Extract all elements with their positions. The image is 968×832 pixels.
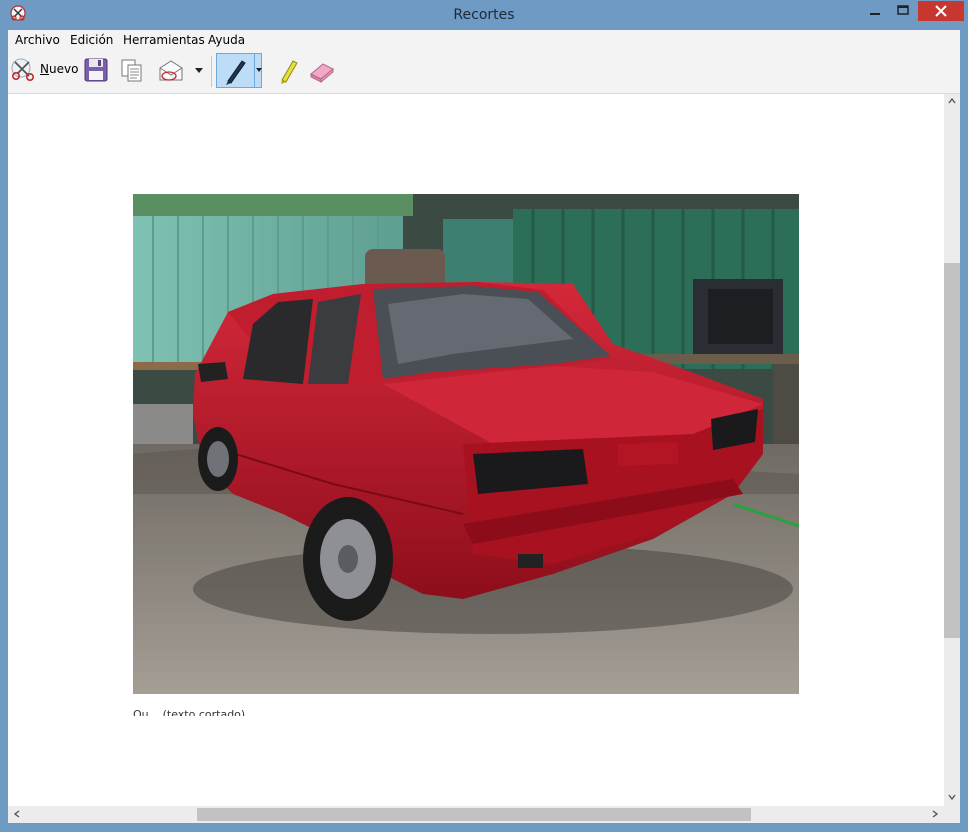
snipping-tool-window: Recortes Archivo Edición Herramientas Ay… — [0, 0, 968, 832]
close-button[interactable] — [918, 1, 964, 21]
copy-icon — [121, 59, 142, 82]
minimize-button[interactable] — [862, 1, 888, 21]
new-snip-label: Nuevo — [40, 62, 79, 76]
menu-archivo[interactable]: Archivo — [15, 30, 60, 50]
email-icon — [159, 60, 183, 81]
scroll-left-arrow-icon[interactable] — [12, 809, 22, 822]
send-snip-button[interactable] — [156, 56, 186, 84]
menu-ayuda[interactable]: Ayuda — [208, 30, 245, 50]
chevron-down-icon — [195, 68, 203, 73]
save-button[interactable] — [82, 56, 110, 84]
highlighter-button[interactable] — [276, 56, 302, 84]
toolbar-separator — [211, 56, 212, 87]
scrollbar-corner — [944, 806, 960, 823]
maximize-button[interactable] — [890, 1, 916, 21]
send-dropdown-button[interactable] — [192, 62, 206, 78]
menu-edicion[interactable]: Edición — [70, 30, 113, 50]
menu-bar: Archivo Edición Herramientas Ayuda — [8, 30, 960, 50]
snipped-photo-red-car — [133, 194, 799, 694]
scroll-right-arrow-icon[interactable] — [930, 809, 940, 822]
floppy-disk-icon — [84, 58, 108, 82]
vertical-scrollbar[interactable] — [944, 94, 960, 806]
scroll-down-arrow-icon[interactable] — [947, 792, 957, 805]
pen-tool-button[interactable] — [216, 53, 262, 88]
menu-herramientas[interactable]: Herramientas — [123, 30, 205, 50]
scroll-up-arrow-icon[interactable] — [947, 96, 957, 109]
eraser-button[interactable] — [308, 56, 336, 84]
horizontal-scroll-thumb[interactable] — [197, 808, 751, 821]
chevron-down-icon[interactable] — [255, 62, 263, 78]
copy-button[interactable] — [118, 56, 146, 84]
highlighter-icon — [281, 60, 298, 84]
horizontal-scrollbar[interactable] — [8, 806, 944, 823]
title-bar: Recortes — [0, 0, 968, 30]
window-title: Recortes — [453, 7, 515, 23]
snip-canvas[interactable]: Qu... (texto cortado) — [8, 94, 944, 806]
new-snip-button[interactable]: Nuevo — [10, 56, 80, 86]
scissors-icon — [11, 58, 34, 81]
eraser-icon — [310, 63, 334, 84]
vertical-scroll-thumb[interactable] — [944, 263, 960, 638]
partial-caption-text: Qu... (texto cortado) — [133, 708, 246, 716]
toolbar: Nuevo — [8, 50, 960, 94]
pen-icon — [226, 60, 246, 85]
